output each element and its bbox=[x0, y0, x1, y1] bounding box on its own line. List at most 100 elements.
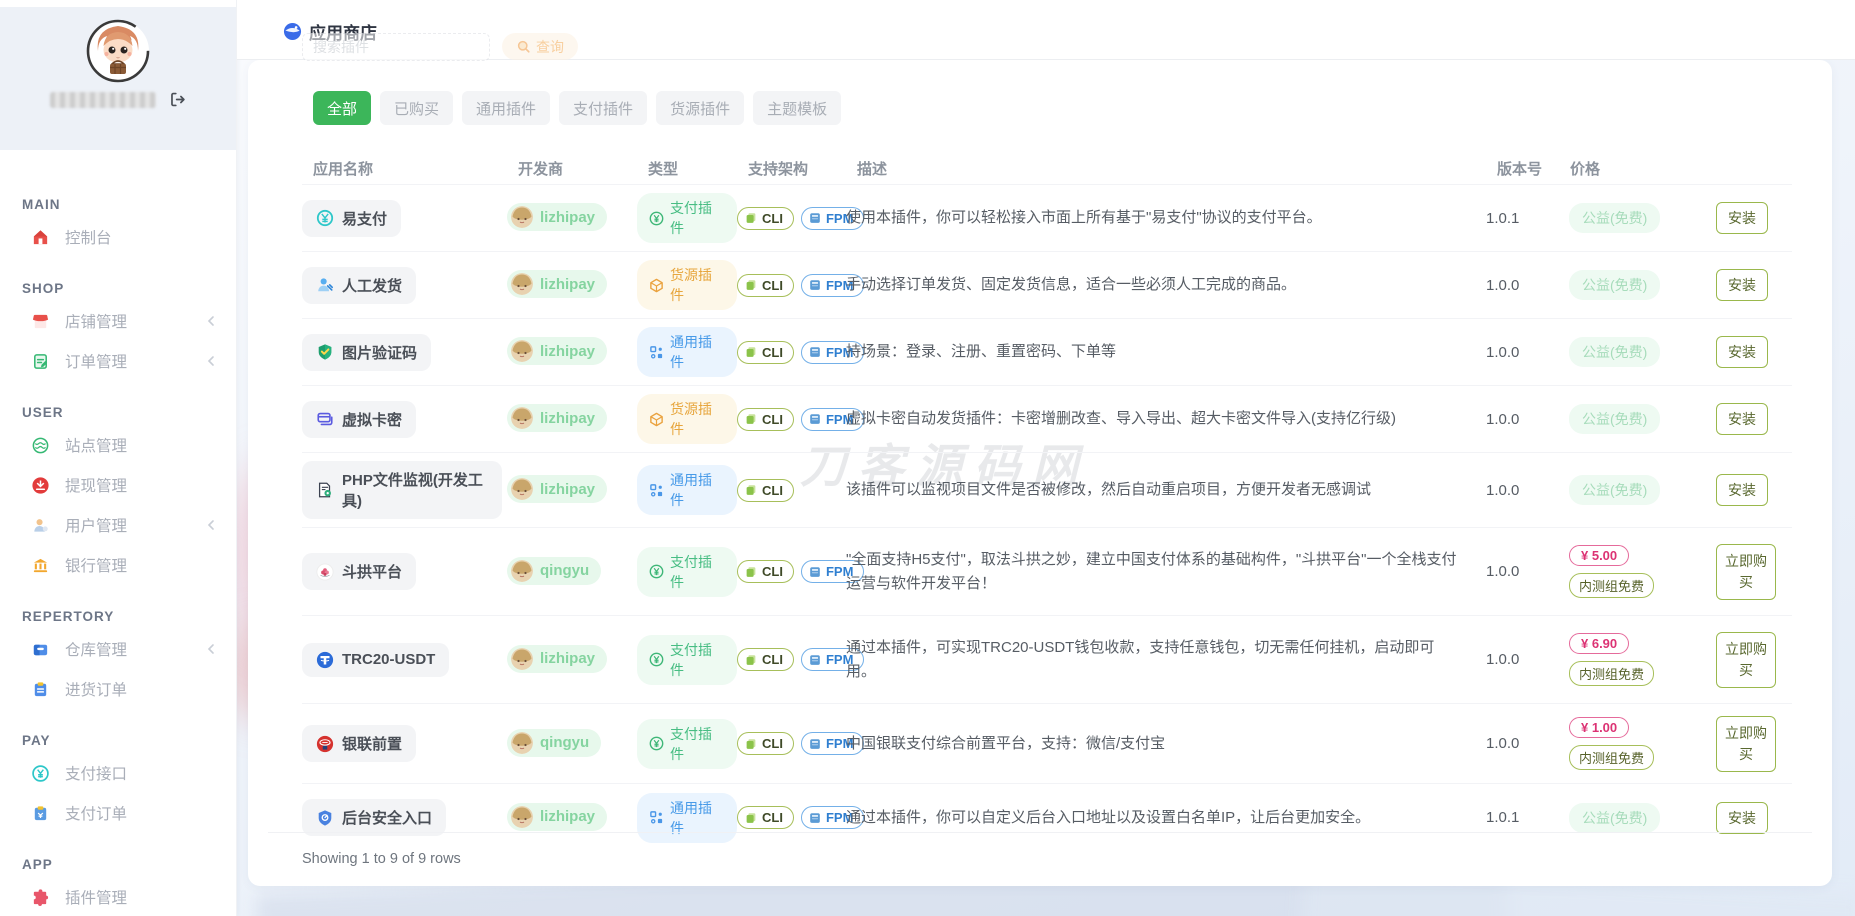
table-row[interactable]: 虚拟卡密 lizhipay 货源插件 CLI FPM 虚拟卡密自动发货插件：卡密增… bbox=[302, 385, 1792, 452]
filter-tab[interactable]: 货源插件 bbox=[656, 91, 745, 125]
avatar[interactable] bbox=[86, 19, 150, 83]
developer-pill: lizhipay bbox=[507, 203, 608, 231]
price-cell: ¥ 6.90 内测组免费 bbox=[1559, 633, 1706, 686]
table-row[interactable]: 斗拱平台 qingyu 支付插件 CLI FPM "全面支持H5支付"，取法斗拱之… bbox=[302, 527, 1792, 615]
buy-button[interactable]: 立即购买 bbox=[1716, 543, 1776, 600]
general-type-icon bbox=[649, 483, 664, 498]
price-cell: 公益(免费) bbox=[1559, 475, 1706, 505]
general-type-icon bbox=[649, 345, 664, 360]
developer-pill: qingyu bbox=[507, 728, 602, 757]
sidebar-item[interactable]: 站点管理 bbox=[0, 425, 236, 465]
table-row[interactable]: 银联前置 qingyu 支付插件 CLI FPM 中国银联支付综合前置平台，支持：… bbox=[302, 703, 1792, 783]
sidebar-item[interactable]: 用户管理 bbox=[0, 505, 236, 545]
version-cell: 1.0.0 bbox=[1486, 276, 1520, 294]
arch-badge-cli: CLI bbox=[737, 560, 794, 583]
person-icon bbox=[316, 276, 334, 294]
sidebar-item[interactable]: 仓库管理 bbox=[0, 629, 236, 669]
logout-icon[interactable] bbox=[169, 91, 186, 108]
description-cell: 持场景：登录、注册、重置密码、下单等 bbox=[846, 343, 1117, 361]
sidebar: MAIN 控制台 SHOP 店铺管理 订单管理 USER 站点管理 提现管理 用… bbox=[0, 0, 237, 916]
chevron-left-icon bbox=[201, 355, 221, 367]
action-cell: 安装 bbox=[1706, 202, 1792, 234]
pay-order-icon bbox=[30, 804, 50, 823]
price-cell: 公益(免费) bbox=[1559, 203, 1706, 233]
type-cell: 支付插件 bbox=[637, 718, 737, 769]
sidebar-item[interactable]: 支付订单 bbox=[0, 793, 236, 833]
sidebar-item[interactable]: 控制台 bbox=[0, 217, 236, 257]
cli-icon bbox=[744, 737, 758, 751]
sidebar-item[interactable]: 银行管理 bbox=[0, 545, 236, 585]
sidebar-section-label: APP bbox=[22, 856, 53, 872]
sidebar-item[interactable]: 支付接口 bbox=[0, 753, 236, 793]
install-button[interactable]: 安装 bbox=[1716, 202, 1768, 234]
query-button[interactable]: 查询 bbox=[502, 33, 578, 60]
filter-tab[interactable]: 支付插件 bbox=[559, 91, 648, 125]
shield-check-icon bbox=[316, 343, 334, 361]
price-cell: 公益(免费) bbox=[1559, 404, 1706, 434]
supply-type-icon bbox=[649, 412, 664, 427]
pay-type-icon bbox=[649, 736, 664, 751]
app-name: 人工发货 bbox=[342, 277, 403, 295]
description-cell: 该插件可以监视项目文件是否被修改，然后自动重启项目，方便开发者无感调试 bbox=[846, 481, 1372, 499]
sidebar-item[interactable]: 订单管理 bbox=[0, 341, 236, 381]
description-cell: 通过本插件，你可以自定义后台入口地址以及设置白名单IP，让后台更加安全。 bbox=[846, 808, 1371, 826]
app-name-cell: 易支付 bbox=[302, 199, 507, 237]
app-name-cell: 人工发货 bbox=[302, 266, 507, 304]
type-cell: 支付插件 bbox=[637, 546, 737, 597]
install-button[interactable]: 安装 bbox=[1716, 474, 1768, 506]
pay-type-icon bbox=[649, 564, 664, 579]
type-cell: 支付插件 bbox=[637, 634, 737, 685]
store-title-icon bbox=[283, 22, 302, 41]
developer-name: lizhipay bbox=[540, 409, 596, 427]
free-badge: 公益(免费) bbox=[1569, 337, 1661, 367]
install-button[interactable]: 安装 bbox=[1716, 403, 1768, 435]
install-button[interactable]: 安装 bbox=[1716, 269, 1768, 301]
type-cell: 货源插件 bbox=[637, 394, 737, 444]
table-row[interactable]: 人工发货 lizhipay 货源插件 CLI FPM 手动选择订单发货、固定发货信… bbox=[302, 251, 1792, 318]
sidebar-item[interactable]: 店铺管理 bbox=[0, 301, 236, 341]
arch-badge-cli: CLI bbox=[737, 340, 794, 364]
filter-tab[interactable]: 全部 bbox=[313, 91, 372, 125]
withdraw-icon bbox=[30, 476, 50, 495]
table-row[interactable]: PHP文件监视(开发工具) lizhipay 通用插件 CLI 该插件可以监视项… bbox=[302, 452, 1792, 527]
cli-icon bbox=[744, 278, 758, 292]
free-badge: 公益(免费) bbox=[1569, 802, 1661, 833]
filter-tab[interactable]: 主题模板 bbox=[753, 91, 842, 125]
app-name-pill: TRC20-USDT bbox=[302, 642, 450, 677]
filter-tab[interactable]: 已购买 bbox=[380, 91, 454, 125]
sidebar-item[interactable]: 插件管理 bbox=[0, 877, 236, 916]
app-name-pill: 易支付 bbox=[302, 199, 402, 237]
warehouse-icon bbox=[30, 640, 50, 659]
column-header: 价格 bbox=[1570, 160, 1601, 178]
table-row[interactable]: 图片验证码 lizhipay 通用插件 CLI FPM 持场景：登录、注册、重置密… bbox=[302, 318, 1792, 385]
table-row[interactable]: TRC20-USDT lizhipay 支付插件 CLI FPM 通过本插件，可实… bbox=[302, 615, 1792, 703]
cli-icon bbox=[744, 412, 758, 426]
price-badge: ¥ 1.00 bbox=[1569, 717, 1630, 738]
developer-avatar-icon bbox=[511, 206, 533, 228]
install-button[interactable]: 安装 bbox=[1716, 336, 1768, 368]
install-button[interactable]: 安装 bbox=[1716, 801, 1768, 834]
sidebar-item[interactable]: 提现管理 bbox=[0, 465, 236, 505]
column-header: 支持架构 bbox=[748, 160, 809, 178]
beta-free-badge: 内测组免费 bbox=[1569, 573, 1655, 598]
sidebar-profile bbox=[0, 7, 236, 150]
cli-icon bbox=[744, 653, 758, 667]
developer-pill: lizhipay bbox=[507, 802, 608, 831]
developer-pill: lizhipay bbox=[507, 270, 608, 298]
search-input[interactable] bbox=[302, 33, 490, 61]
description-cell: "全面支持H5支付"，取法斗拱之妙，建立中国支付体系的基础构件，"斗拱平台"一个… bbox=[846, 551, 1457, 592]
arch-badge-cli: CLI bbox=[737, 648, 794, 671]
sidebar-item[interactable]: 进货订单 bbox=[0, 669, 236, 709]
pay-type-icon bbox=[649, 211, 664, 226]
app-name-pill: 斗拱平台 bbox=[302, 553, 417, 590]
version-cell: 1.0.0 bbox=[1486, 410, 1520, 428]
arch-cell: CLI FPM bbox=[737, 407, 865, 431]
buy-button[interactable]: 立即购买 bbox=[1716, 631, 1776, 688]
buy-button[interactable]: 立即购买 bbox=[1716, 715, 1776, 772]
table-row[interactable]: 易支付 lizhipay 支付插件 CLI FPM 使用本插件，你可以轻松接入市面… bbox=[302, 184, 1792, 251]
fpm-icon bbox=[808, 412, 822, 426]
filter-tab[interactable]: 通用插件 bbox=[462, 91, 551, 125]
type-cell: 通用插件 bbox=[637, 327, 737, 377]
shop-icon bbox=[30, 312, 50, 331]
arch-cell: CLI FPM bbox=[737, 648, 865, 671]
